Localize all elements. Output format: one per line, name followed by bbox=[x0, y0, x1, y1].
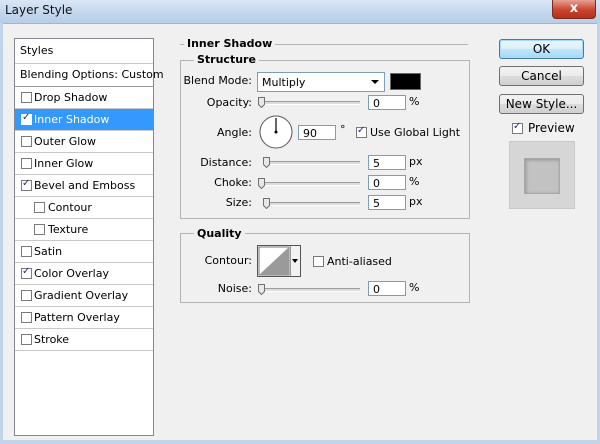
blending-options-item[interactable]: Blending Options: Custom bbox=[15, 64, 164, 87]
style-item-label: Stroke bbox=[34, 333, 70, 346]
style-item-label: Contour bbox=[48, 201, 92, 214]
style-item-satin[interactable]: Satin bbox=[15, 241, 153, 263]
angle-dial[interactable] bbox=[258, 114, 294, 150]
title-bar: Layer Style x bbox=[0, 0, 600, 24]
noise-input[interactable]: 0 bbox=[368, 281, 406, 296]
close-button[interactable]: x bbox=[552, 0, 596, 19]
noise-slider-thumb[interactable] bbox=[258, 284, 265, 295]
style-item-inner-glow[interactable]: Inner Glow bbox=[15, 153, 153, 175]
preview-checkbox[interactable] bbox=[512, 121, 523, 134]
style-item-checkbox[interactable] bbox=[21, 178, 32, 191]
noise-slider[interactable] bbox=[260, 288, 360, 292]
style-item-label: Inner Shadow bbox=[34, 113, 110, 126]
distance-input[interactable]: 5 bbox=[368, 155, 406, 170]
blend-mode-select[interactable]: Multiply bbox=[257, 72, 385, 92]
styles-list: Styles Blending Options: Custom Drop Sha… bbox=[14, 38, 164, 436]
preview-swatch bbox=[524, 158, 560, 194]
style-item-outer-glow[interactable]: Outer Glow bbox=[15, 131, 153, 153]
opacity-slider-thumb[interactable] bbox=[258, 97, 265, 108]
style-item-bevel-and-emboss[interactable]: Bevel and Emboss bbox=[15, 175, 153, 197]
style-item-pattern-overlay[interactable]: Pattern Overlay bbox=[15, 307, 153, 329]
angle-input[interactable]: 90 bbox=[298, 125, 336, 140]
opacity-label: Opacity: bbox=[206, 96, 252, 109]
opacity-slider[interactable] bbox=[260, 101, 360, 105]
use-global-light-label: Use Global Light bbox=[370, 126, 461, 139]
quality-title: Quality bbox=[194, 227, 245, 240]
preview-label: Preview bbox=[528, 121, 575, 135]
shadow-color-swatch[interactable] bbox=[390, 73, 421, 90]
choke-input[interactable]: 0 bbox=[368, 175, 406, 190]
style-item-checkbox[interactable] bbox=[21, 246, 32, 257]
blending-options-label: Blending Options: Custom bbox=[20, 68, 164, 81]
window-border-bottom bbox=[0, 440, 600, 444]
choke-slider-thumb[interactable] bbox=[258, 178, 265, 189]
style-item-checkbox[interactable] bbox=[21, 158, 32, 169]
inner-shadow-title: Inner Shadow bbox=[184, 37, 276, 50]
style-item-label: Texture bbox=[48, 223, 89, 236]
contour-picker[interactable] bbox=[257, 245, 301, 277]
distance-unit: px bbox=[409, 155, 423, 168]
distance-slider-thumb[interactable] bbox=[263, 157, 270, 168]
chevron-down-icon bbox=[371, 80, 379, 84]
blend-mode-value: Multiply bbox=[262, 76, 306, 89]
style-item-label: Drop Shadow bbox=[34, 91, 108, 104]
style-item-label: Color Overlay bbox=[34, 267, 109, 280]
style-item-checkbox[interactable] bbox=[21, 290, 32, 301]
anti-aliased-label: Anti-aliased bbox=[327, 255, 392, 268]
style-item-inner-shadow[interactable]: Inner Shadow bbox=[15, 109, 153, 131]
noise-unit: % bbox=[409, 281, 420, 294]
style-item-drop-shadow[interactable]: Drop Shadow bbox=[15, 87, 153, 109]
style-item-checkbox[interactable] bbox=[21, 266, 32, 279]
style-item-checkbox[interactable] bbox=[34, 224, 45, 235]
style-item-color-overlay[interactable]: Color Overlay bbox=[15, 263, 153, 285]
opacity-unit: % bbox=[409, 95, 420, 108]
choke-label: Choke: bbox=[214, 176, 252, 189]
styles-header-label: Styles bbox=[20, 44, 54, 57]
style-item-checkbox[interactable] bbox=[21, 334, 32, 345]
noise-label: Noise: bbox=[217, 282, 252, 295]
window-title: Layer Style bbox=[5, 3, 73, 17]
style-item-texture[interactable]: Texture bbox=[15, 219, 153, 241]
style-item-contour[interactable]: Contour bbox=[15, 197, 153, 219]
size-slider[interactable] bbox=[264, 202, 360, 206]
choke-unit: % bbox=[409, 175, 420, 188]
opacity-input[interactable]: 0 bbox=[368, 95, 406, 110]
style-item-stroke[interactable]: Stroke bbox=[15, 329, 153, 351]
chevron-down-icon bbox=[292, 259, 298, 263]
style-item-label: Gradient Overlay bbox=[34, 289, 129, 302]
style-item-checkbox[interactable] bbox=[21, 312, 32, 323]
choke-slider[interactable] bbox=[260, 182, 360, 186]
style-item-label: Pattern Overlay bbox=[34, 311, 120, 324]
size-input[interactable]: 5 bbox=[368, 195, 406, 210]
style-item-checkbox[interactable] bbox=[34, 202, 45, 213]
style-item-checkbox[interactable] bbox=[21, 112, 32, 125]
anti-aliased-checkbox[interactable] bbox=[313, 256, 324, 267]
size-slider-thumb[interactable] bbox=[263, 198, 270, 209]
preview-thumbnail bbox=[509, 141, 575, 209]
style-item-gradient-overlay[interactable]: Gradient Overlay bbox=[15, 285, 153, 307]
distance-slider[interactable] bbox=[264, 161, 360, 165]
style-item-label: Satin bbox=[34, 245, 63, 258]
styles-header: Styles bbox=[15, 39, 153, 64]
structure-title: Structure bbox=[194, 53, 259, 66]
style-item-label: Bevel and Emboss bbox=[34, 179, 136, 192]
use-global-light-checkbox[interactable] bbox=[356, 125, 367, 138]
contour-linear-icon bbox=[258, 246, 290, 276]
style-item-checkbox[interactable] bbox=[21, 92, 32, 103]
angle-unit: ° bbox=[340, 123, 346, 136]
style-item-label: Outer Glow bbox=[34, 135, 97, 148]
ok-button[interactable]: OK bbox=[499, 39, 584, 59]
size-unit: px bbox=[409, 195, 423, 208]
style-item-label: Inner Glow bbox=[34, 157, 94, 170]
angle-label: Angle: bbox=[216, 126, 252, 139]
blend-mode-label: Blend Mode: bbox=[183, 74, 253, 87]
distance-label: Distance: bbox=[200, 156, 252, 169]
size-label: Size: bbox=[225, 196, 252, 209]
contour-dropdown-button[interactable] bbox=[290, 246, 300, 276]
cancel-button[interactable]: Cancel bbox=[499, 66, 584, 86]
contour-label: Contour: bbox=[204, 254, 252, 267]
new-style-button[interactable]: New Style... bbox=[499, 94, 584, 114]
style-item-checkbox[interactable] bbox=[21, 136, 32, 147]
